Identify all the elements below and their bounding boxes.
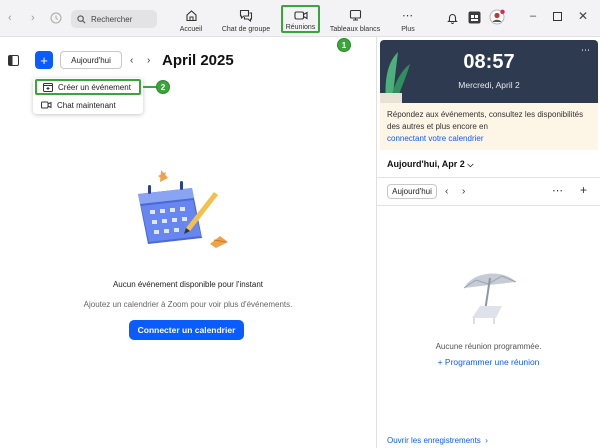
connect-calendar-link[interactable]: connectant votre calendrier — [387, 133, 591, 145]
video-camera-icon — [41, 101, 52, 109]
avatar[interactable] — [489, 9, 505, 27]
tab-whiteboards[interactable]: Tableaux blancs — [328, 4, 382, 35]
step-1-callout: 1 — [337, 38, 351, 52]
chat-now-menu-item[interactable]: Chat maintenant — [35, 97, 141, 113]
calendar-illustration — [130, 170, 240, 262]
video-camera-icon — [293, 8, 308, 22]
whiteboard-icon — [349, 7, 362, 23]
history-icon[interactable] — [50, 12, 62, 27]
chat-icon — [239, 7, 253, 23]
forward-arrow-icon[interactable]: › — [31, 12, 35, 24]
chevron-right-icon: › — [483, 436, 488, 445]
tab-meetings-label: Réunions — [285, 24, 316, 31]
clock-card: ⋯ 08:57 Mercredi, April 2 — [380, 40, 598, 103]
clock-date: Mercredi, April 2 — [458, 80, 520, 90]
maximize-icon[interactable] — [553, 12, 562, 23]
calendar-widget-icon[interactable] — [468, 11, 481, 26]
divider — [377, 177, 600, 178]
notice-text: Répondez aux événements, consultez les d… — [387, 110, 584, 131]
tab-whiteboards-label: Tableaux blancs — [329, 26, 381, 33]
next-month-icon[interactable]: › — [147, 55, 150, 66]
today-button[interactable]: Aujourd'hui — [60, 51, 122, 69]
more-dots-icon[interactable]: ⋯ — [552, 184, 563, 197]
create-event-label: Créer un événement — [58, 82, 131, 92]
calendar-notice: Répondez aux événements, consultez les d… — [380, 103, 598, 150]
tab-group-chat-label: Chat de groupe — [221, 26, 271, 33]
tab-home-label: Accueil — [179, 26, 203, 33]
next-day-icon[interactable]: › — [462, 186, 465, 197]
tab-group-chat[interactable]: Chat de groupe — [218, 4, 274, 35]
empty-state-subtitle: Ajoutez un calendrier à Zoom pour voir p… — [83, 300, 293, 309]
open-recordings-link[interactable]: Ouvrir les enregistrements › — [387, 436, 488, 445]
add-menu: Créer un événement Chat maintenant — [33, 78, 143, 114]
sidebar-toggle-icon[interactable] — [8, 55, 19, 68]
calendar-add-icon — [43, 83, 53, 92]
beach-umbrella-illustration — [458, 266, 520, 328]
home-icon — [185, 7, 198, 23]
today-date-label[interactable]: Aujourd'hui, Apr 2 ⌵ — [387, 159, 473, 170]
more-dots-icon: ⋯ — [402, 9, 414, 22]
tab-home[interactable]: Accueil — [174, 4, 208, 35]
search-input[interactable]: Rechercher — [71, 10, 157, 28]
pane-divider — [376, 37, 377, 448]
month-title: April 2025 — [162, 52, 234, 69]
tab-more-label: Plus — [401, 26, 415, 33]
search-placeholder: Rechercher — [91, 14, 133, 24]
no-meetings-text: Aucune réunion programmée. — [435, 342, 542, 351]
connect-calendar-button[interactable]: Connecter un calendrier — [129, 320, 244, 340]
divider — [377, 205, 600, 206]
chat-now-label: Chat maintenant — [57, 100, 116, 110]
plus-icon: + — [437, 357, 443, 367]
minimize-icon[interactable]: – — [530, 10, 536, 22]
previous-month-icon[interactable]: ‹ — [130, 55, 133, 66]
back-arrow-icon[interactable]: ‹ — [8, 12, 12, 24]
top-toolbar: ‹ › Rechercher Accueil Chat de groupe Ré… — [0, 0, 600, 52]
bell-icon[interactable] — [447, 12, 458, 26]
close-icon[interactable]: ✕ — [578, 9, 588, 23]
add-button[interactable]: + — [35, 51, 53, 69]
search-icon — [77, 14, 86, 23]
create-event-menu-item[interactable]: Créer un événement — [35, 79, 141, 95]
empty-state-title: Aucun événement disponible pour l'instan… — [112, 280, 264, 289]
tab-more[interactable]: ⋯ Plus — [394, 4, 422, 35]
previous-day-icon[interactable]: ‹ — [445, 186, 448, 197]
clock-time: 08:57 — [463, 51, 515, 73]
side-today-button[interactable]: Aujourd'hui — [387, 184, 437, 199]
tab-meetings[interactable]: Réunions — [281, 5, 320, 33]
add-icon[interactable]: + — [580, 183, 587, 197]
chevron-down-icon: ⌵ — [467, 160, 474, 169]
schedule-meeting-link[interactable]: + Programmer une réunion — [377, 357, 600, 367]
step-2-callout: 2 — [156, 80, 170, 94]
